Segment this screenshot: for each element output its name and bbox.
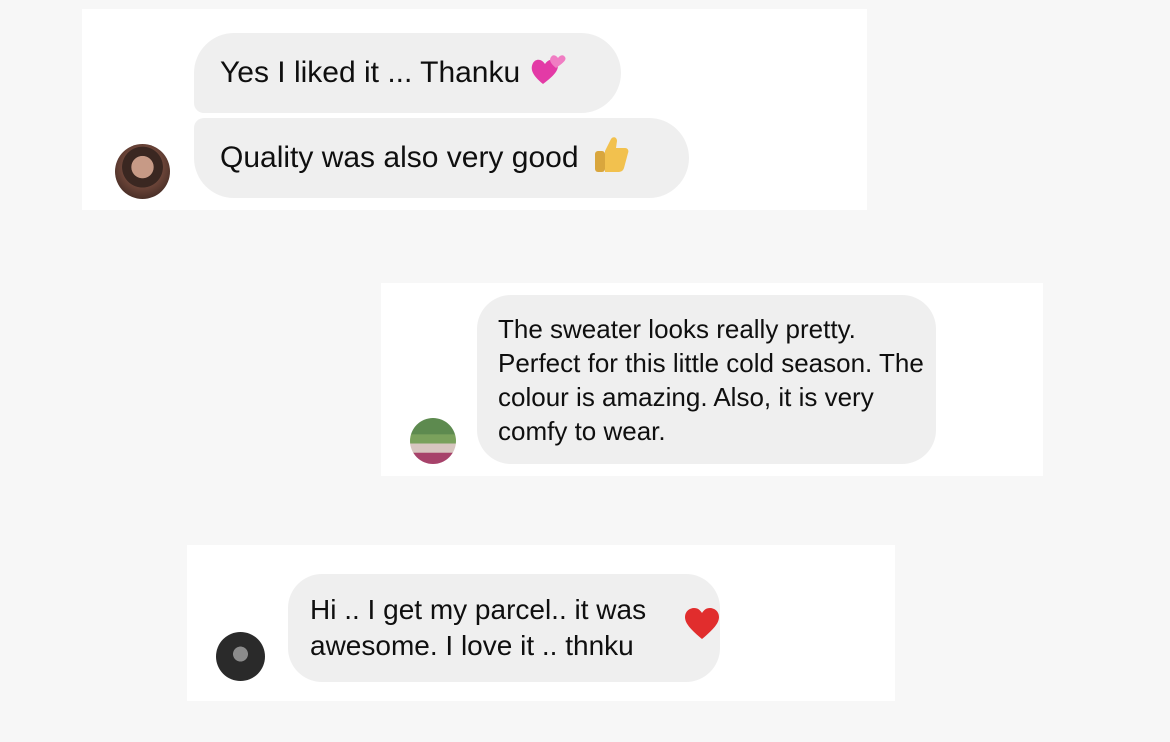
chat-card-1: Yes I liked it ... Thanku Quality was al… [82, 9, 867, 210]
chat-card-2: The sweater looks really pretty. Perfect… [381, 283, 1043, 476]
avatar[interactable] [115, 144, 170, 199]
message-text: The sweater looks really pretty. Perfect… [498, 313, 924, 446]
message-bubble[interactable]: Hi .. I get my parcel.. it was awesome. … [288, 574, 720, 682]
red-heart-icon [684, 607, 720, 650]
two-hearts-icon [530, 51, 568, 95]
chat-card-3: Hi .. I get my parcel.. it was awesome. … [187, 545, 895, 701]
avatar[interactable] [410, 418, 456, 464]
message-bubble[interactable]: Yes I liked it ... Thanku [194, 33, 621, 113]
message-bubble[interactable]: The sweater looks really pretty. Perfect… [477, 295, 936, 464]
avatar[interactable] [216, 632, 265, 681]
message-text: Hi .. I get my parcel.. it was awesome. … [310, 594, 647, 661]
message-text: Quality was also very good [220, 141, 579, 174]
thumbs-up-icon [589, 133, 631, 183]
message-text: Yes I liked it ... Thanku [220, 56, 521, 89]
message-bubble[interactable]: Quality was also very good [194, 118, 689, 198]
